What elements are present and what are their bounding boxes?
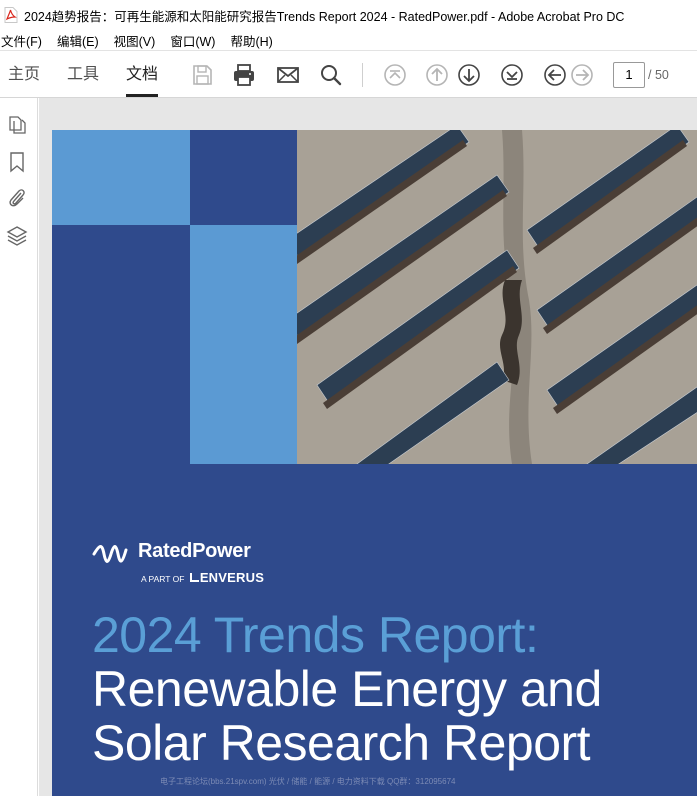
back-icon[interactable] <box>543 63 567 87</box>
menu-help[interactable]: 帮助(H) <box>230 31 272 50</box>
previous-page-icon[interactable] <box>425 63 449 87</box>
page-thumbnails-icon[interactable] <box>6 114 28 136</box>
menu-bar: 文件(F) 编辑(E) 视图(V) 窗口(W) 帮助(H) <box>0 30 697 50</box>
pdf-file-icon <box>4 7 18 23</box>
menu-view[interactable]: 视图(V) <box>114 31 156 50</box>
pdf-page: RatedPower A PART OF ENVERUS 2024 Trends… <box>52 130 697 796</box>
enverus-mark-icon <box>189 573 199 582</box>
menu-window[interactable]: 窗口(W) <box>170 31 215 50</box>
solar-farm-aerial-image <box>297 130 697 464</box>
headline-solar-research: Solar Research Report <box>92 715 591 771</box>
document-area[interactable]: RatedPower A PART OF ENVERUS 2024 Trends… <box>39 98 697 796</box>
page-number-input[interactable]: 1 <box>613 62 645 88</box>
layers-icon[interactable] <box>6 225 28 247</box>
watermark-text: 电子工程论坛(bbs.21spv.com) 光伏 / 储能 / 能源 / 电力资… <box>160 777 456 786</box>
menu-edit[interactable]: 编辑(E) <box>57 31 99 50</box>
navigation-panel <box>0 98 38 796</box>
page-total-label: / 50 <box>648 68 669 82</box>
headline-trends-report: 2024 Trends Report: <box>92 607 539 663</box>
first-page-icon[interactable] <box>383 63 407 87</box>
email-icon[interactable] <box>276 63 300 87</box>
menu-file[interactable]: 文件(F) <box>1 31 42 50</box>
toolbar-separator <box>362 63 363 87</box>
brand-sub-enverus: ENVERUS <box>188 570 264 585</box>
brand-name: RatedPower <box>138 540 251 562</box>
headline-renewable-energy: Renewable Energy and <box>92 661 602 717</box>
toolbar: 主页 工具 文档 1 / 50 <box>0 50 697 98</box>
tab-tools[interactable]: 工具 <box>67 51 99 98</box>
light-blue-block <box>190 225 297 464</box>
bookmark-icon[interactable] <box>6 151 28 173</box>
print-icon[interactable] <box>232 63 256 87</box>
dark-blue-block <box>52 225 190 464</box>
search-icon[interactable] <box>319 63 343 87</box>
next-page-icon[interactable] <box>457 63 481 87</box>
enverus-text: ENVERUS <box>199 570 265 585</box>
brand-sub-small: A PART OF <box>141 574 185 584</box>
light-blue-block <box>52 130 190 225</box>
tab-home[interactable]: 主页 <box>8 51 40 98</box>
brand-subtitle: A PART OF ENVERUS <box>141 570 264 585</box>
forward-icon[interactable] <box>570 63 594 87</box>
ratedpower-logo: RatedPower A PART OF ENVERUS <box>92 540 264 585</box>
window-title: 2024趋势报告：可再生能源和太阳能研究报告Trends Report 2024… <box>24 9 625 24</box>
tab-document[interactable]: 文档 <box>126 51 159 98</box>
dark-blue-block <box>190 130 297 225</box>
title-bar: 2024趋势报告：可再生能源和太阳能研究报告Trends Report 2024… <box>0 0 697 30</box>
last-page-icon[interactable] <box>500 63 524 87</box>
save-icon[interactable] <box>190 63 214 87</box>
attachment-icon[interactable] <box>6 187 28 209</box>
ratedpower-wave-icon <box>92 545 128 563</box>
